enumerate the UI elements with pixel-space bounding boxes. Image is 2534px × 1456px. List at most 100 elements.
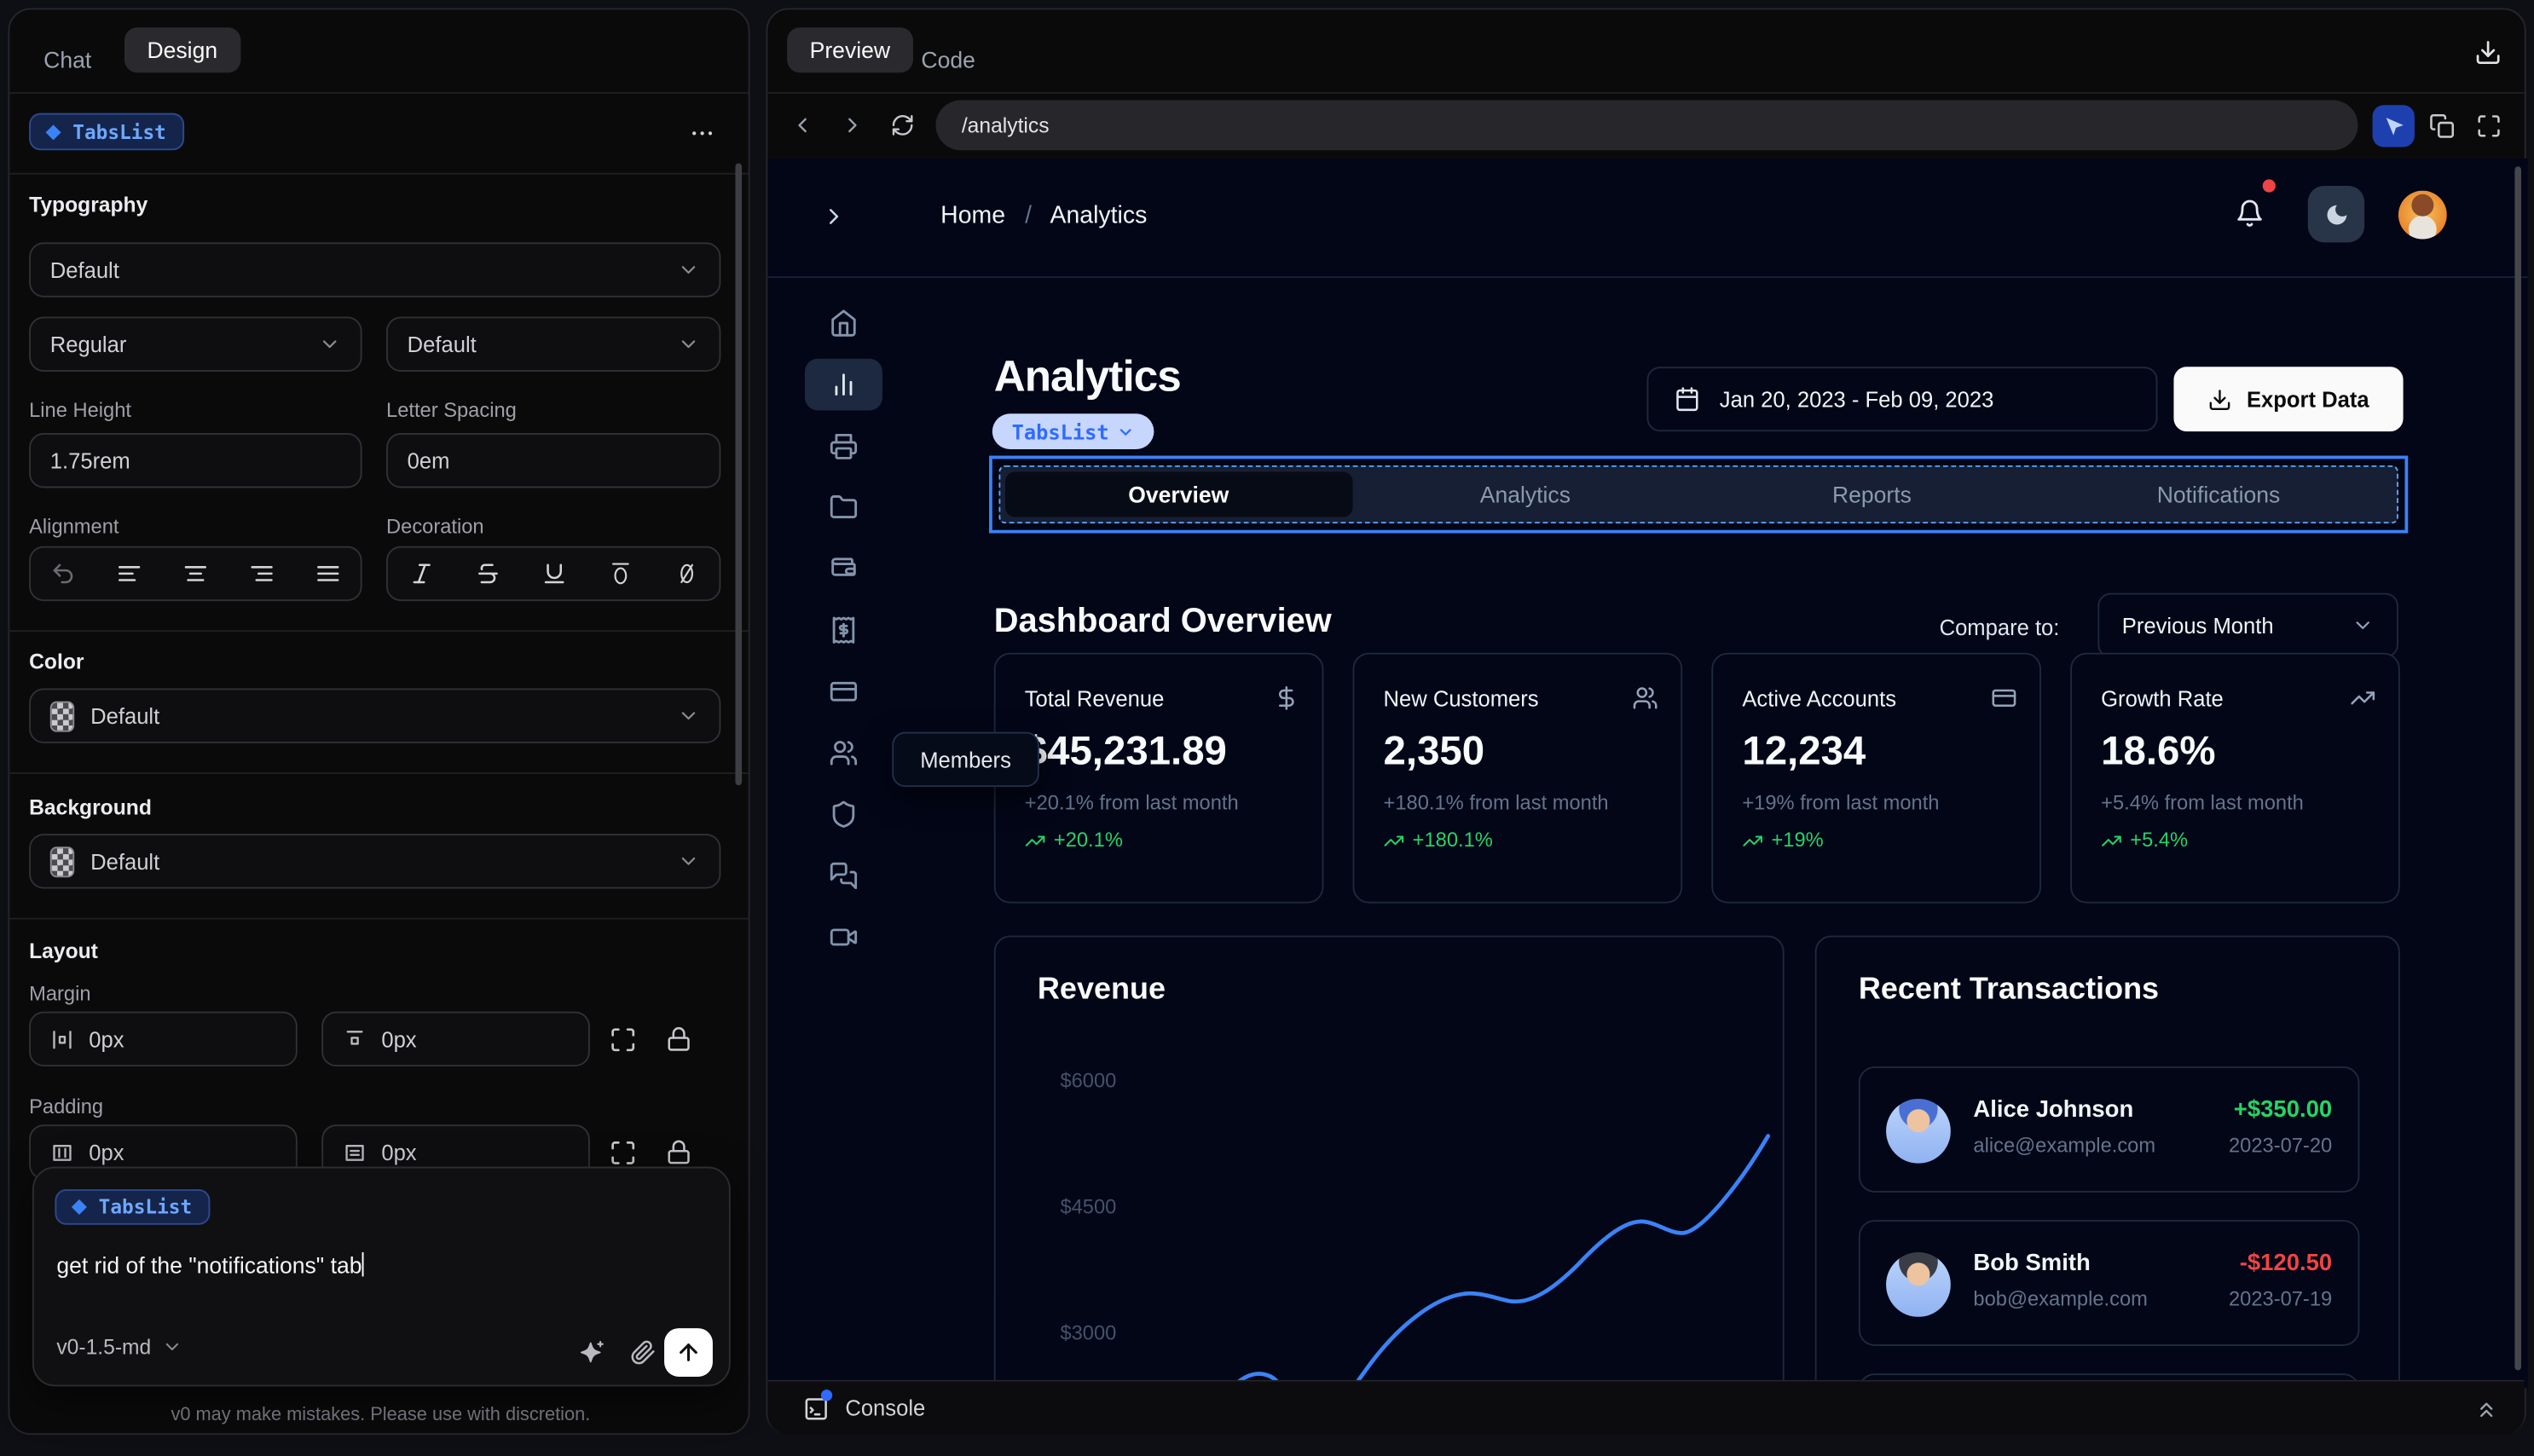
tab-notifications[interactable]: Notifications — [2045, 471, 2392, 517]
trending-up-icon — [1742, 829, 1763, 851]
url-value: /analytics — [961, 113, 1050, 138]
expand-icon[interactable] — [610, 1026, 637, 1054]
model-selector[interactable]: v0-1.5-md — [56, 1335, 182, 1359]
sidebar-item-security[interactable] — [805, 789, 882, 841]
compare-select[interactable]: Previous Month — [2097, 592, 2398, 658]
console-bar[interactable]: Console — [767, 1379, 2525, 1436]
tab-preview[interactable]: Preview — [787, 27, 913, 73]
background-select[interactable]: Default — [29, 834, 721, 889]
trending-up-icon — [1025, 829, 1046, 851]
tab-overview[interactable]: Overview — [1005, 471, 1352, 517]
expand-icon[interactable] — [610, 1139, 637, 1166]
sidebar-item-invoices[interactable] — [805, 604, 882, 656]
font-select[interactable]: Default — [29, 242, 721, 298]
composer-component-chip[interactable]: TabsList — [55, 1189, 211, 1225]
undo-icon[interactable] — [51, 561, 77, 586]
font-size-select[interactable]: Default — [386, 316, 721, 372]
stat-sub: +5.4% from last month — [2101, 791, 2304, 815]
sidebar-item-members[interactable] — [805, 727, 882, 779]
tab-design[interactable]: Design — [124, 27, 240, 73]
padding-horizontal-icon — [50, 1140, 74, 1164]
selected-component-chip[interactable]: TabsList — [29, 113, 184, 151]
tab-chat[interactable]: Chat — [43, 38, 91, 83]
trending-up-icon — [1384, 829, 1405, 851]
date-range-picker[interactable]: Jan 20, 2023 - Feb 09, 2023 — [1646, 367, 2158, 432]
tab-reports[interactable]: Reports — [1698, 471, 2045, 517]
stat-sub: +180.1% from last month — [1383, 791, 1609, 815]
moon-icon — [2323, 201, 2349, 227]
line-height-value: 1.75rem — [49, 448, 130, 473]
font-size-value: Default — [407, 332, 477, 356]
letter-spacing-input[interactable]: 0em — [386, 432, 721, 488]
copy-icon[interactable] — [2429, 113, 2455, 139]
color-section-label: Color — [29, 649, 84, 674]
sidebar-toggle-icon[interactable] — [821, 204, 847, 229]
margin-horizontal-icon — [50, 1027, 74, 1051]
align-justify-icon[interactable] — [315, 561, 340, 586]
refresh-icon[interactable] — [890, 113, 914, 137]
bell-icon[interactable] — [2235, 199, 2264, 228]
strikethrough-icon[interactable] — [474, 561, 500, 586]
download-icon[interactable] — [2474, 38, 2502, 66]
align-center-icon[interactable] — [182, 561, 208, 586]
selected-element-chip[interactable]: TabsList — [992, 413, 1154, 449]
forward-icon[interactable] — [841, 113, 865, 137]
sidebar-item-print[interactable] — [805, 420, 882, 472]
font-weight-select[interactable]: Regular — [29, 316, 362, 372]
left-panel-scrollbar[interactable] — [735, 163, 743, 786]
send-button[interactable] — [664, 1328, 713, 1377]
slashed-zero-icon[interactable] — [673, 561, 698, 586]
preview-scrollbar[interactable] — [2514, 166, 2521, 1371]
sidebar-item-files[interactable] — [805, 482, 882, 534]
ellipsis-icon[interactable] — [688, 119, 715, 147]
url-input[interactable]: /analytics — [935, 100, 2358, 151]
margin-x-value: 0px — [89, 1026, 124, 1052]
breadcrumb-separator: / — [1025, 201, 1033, 230]
sidebar-item-wallet[interactable] — [805, 543, 882, 595]
compare-value: Previous Month — [2121, 613, 2274, 638]
prompt-composer[interactable]: TabsList get rid of the "notifications" … — [32, 1166, 731, 1387]
stat-title: Growth Rate — [2101, 686, 2224, 712]
breadcrumb-home[interactable]: Home — [940, 202, 1005, 229]
revenue-line-chart — [1229, 1134, 1771, 1389]
lock-icon[interactable] — [666, 1026, 691, 1052]
theme-toggle-button[interactable] — [2307, 185, 2365, 243]
sidebar-item-video[interactable] — [805, 911, 882, 963]
align-right-icon[interactable] — [248, 561, 274, 586]
background-section-label: Background — [29, 794, 152, 820]
fullscreen-icon[interactable] — [2476, 113, 2502, 139]
padding-vertical-icon — [343, 1140, 367, 1164]
sidebar-item-home[interactable] — [805, 298, 882, 350]
stat-sub: +19% from last month — [1742, 791, 1940, 815]
sidebar-item-analytics[interactable] — [804, 358, 882, 411]
calendar-icon — [1675, 386, 1700, 412]
trending-up-icon — [2350, 685, 2375, 711]
overline-icon[interactable] — [607, 561, 633, 586]
stat-value: 2,350 — [1383, 728, 1485, 774]
prompt-input[interactable]: get rid of the "notifications" tab — [56, 1252, 365, 1278]
tab-code[interactable]: Code — [921, 38, 975, 83]
paperclip-icon[interactable] — [630, 1339, 656, 1365]
sidebar-item-messages[interactable] — [805, 850, 882, 902]
sparkles-icon[interactable] — [579, 1339, 606, 1366]
transparent-swatch-icon — [49, 846, 75, 877]
color-select[interactable]: Default — [29, 688, 721, 743]
underline-icon[interactable] — [541, 561, 566, 586]
margin-x-input[interactable]: 0px — [29, 1011, 298, 1067]
sidebar-item-payments[interactable] — [805, 666, 882, 718]
margin-y-input[interactable]: 0px — [321, 1011, 590, 1067]
export-data-button[interactable]: Export Data — [2173, 367, 2404, 432]
chevrons-up-icon[interactable] — [2474, 1398, 2498, 1422]
italic-icon[interactable] — [408, 561, 434, 586]
line-height-input[interactable]: 1.75rem — [29, 432, 362, 488]
tab-analytics[interactable]: Analytics — [1352, 471, 1699, 517]
notification-dot — [2262, 179, 2276, 193]
user-avatar[interactable] — [2398, 190, 2447, 240]
back-icon[interactable] — [790, 113, 814, 137]
line-height-label: Line Height — [29, 399, 132, 422]
padding-x-value: 0px — [89, 1140, 124, 1164]
inspect-tool-button[interactable] — [2372, 105, 2415, 147]
letter-spacing-value: 0em — [407, 448, 450, 473]
align-left-icon[interactable] — [117, 561, 142, 586]
lock-icon[interactable] — [666, 1139, 691, 1164]
